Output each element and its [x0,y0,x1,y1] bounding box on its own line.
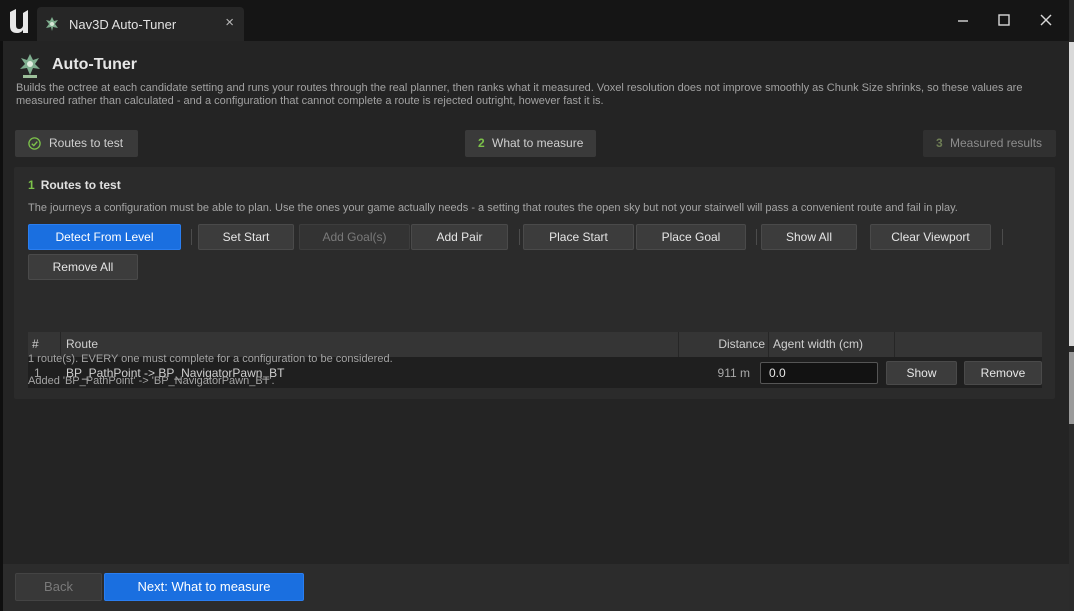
place-goal-button[interactable]: Place Goal [636,224,746,250]
step-number: 3 [936,136,943,150]
wizard-footer: Back Next: What to measure [3,564,1069,611]
maximize-button[interactable] [990,8,1018,34]
toolbar-divider [519,229,520,245]
route-count-note: 1 route(s). EVERY one must complete for … [28,353,393,365]
show-all-button[interactable]: Show All [761,224,857,250]
check-circle-icon [28,137,41,150]
step-label: Measured results [950,136,1043,150]
page-title: Auto-Tuner [52,56,138,73]
column-header-distance[interactable]: Distance [679,332,769,357]
step-label: What to measure [492,136,584,150]
tab-close-icon[interactable]: × [225,15,234,31]
toolbar-divider [756,229,757,245]
row-distance: 911 m [717,366,750,380]
clear-viewport-button[interactable]: Clear Viewport [870,224,991,250]
remove-all-button[interactable]: Remove All [28,254,138,280]
step-routes-to-test[interactable]: Routes to test [15,130,138,157]
background-window-edge [1069,0,1074,611]
panel-title-text: Routes to test [40,178,121,192]
window-tab[interactable]: Nav3D Auto-Tuner × [37,7,244,41]
nav3d-plugin-icon [20,54,40,78]
nav3d-plugin-icon [46,17,58,31]
panel-description: The journeys a configuration must be abl… [28,202,958,214]
back-button[interactable]: Back [15,573,102,601]
place-start-button[interactable]: Place Start [523,224,634,250]
minimize-button[interactable] [949,8,977,34]
tab-title: Nav3D Auto-Tuner [69,17,177,32]
page-description: Builds the octree at each candidate sett… [16,82,1023,107]
status-message: Added 'BP_PathPoint' -> 'BP_NavigatorPaw… [28,375,275,387]
show-route-button[interactable]: Show [886,361,957,385]
column-header-agent-width[interactable]: Agent width (cm) [769,332,895,357]
add-goals-button[interactable]: Add Goal(s) [299,224,410,250]
set-start-button[interactable]: Set Start [198,224,294,250]
main-content: Auto-Tuner Builds the octree at each can… [3,41,1069,564]
add-pair-button[interactable]: Add Pair [411,224,508,250]
step-label: Routes to test [49,136,124,150]
step-measured-results[interactable]: 3 Measured results [923,130,1056,157]
detect-from-level-button[interactable]: Detect From Level [28,224,181,250]
remove-route-button[interactable]: Remove [964,361,1042,385]
maximize-icon [998,14,1010,26]
panel-title: 1 Routes to test [28,178,121,192]
minimize-icon [958,20,968,22]
agent-width-input[interactable]: 0.0 [760,362,878,384]
toolbar-divider [191,229,192,245]
unreal-logo-icon[interactable] [6,6,32,36]
close-icon [1040,14,1052,26]
step-what-to-measure[interactable]: 2 What to measure [465,130,596,157]
title-bar: Nav3D Auto-Tuner × [0,0,1074,41]
next-button[interactable]: Next: What to measure [104,573,304,601]
close-window-button[interactable] [1032,8,1060,34]
panel-step-number: 1 [28,178,35,192]
step-number: 2 [478,136,485,150]
toolbar-divider [1002,229,1003,245]
